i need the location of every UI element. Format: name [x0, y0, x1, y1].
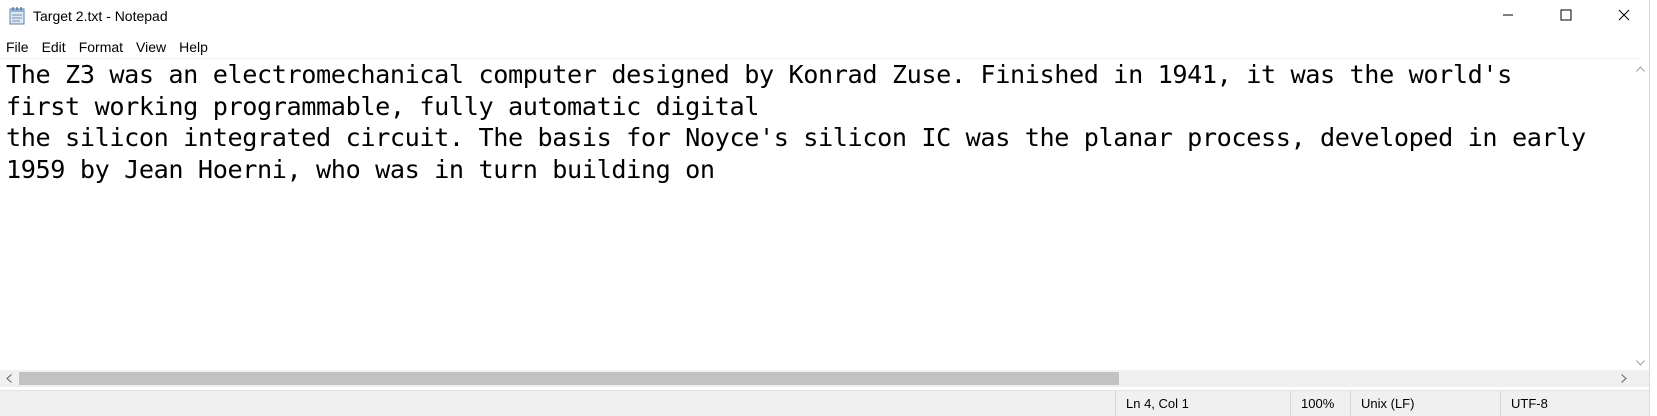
menu-bar: File Edit Format View Help: [0, 36, 215, 58]
menu-format[interactable]: Format: [73, 36, 130, 58]
menu-file[interactable]: File: [0, 36, 36, 58]
status-bar: Ln 4, Col 1 100% Unix (LF) UTF-8: [0, 390, 1649, 416]
chevron-down-icon: [1636, 353, 1645, 371]
editor-line[interactable]: first working programmable, fully automa…: [6, 92, 759, 121]
minimize-button[interactable]: [1479, 0, 1537, 33]
zoom-level: 100%: [1290, 391, 1350, 416]
close-button[interactable]: [1595, 0, 1653, 33]
chevron-left-icon: [5, 370, 12, 388]
vertical-scrollbar[interactable]: [1632, 59, 1649, 370]
maximize-icon: [1560, 8, 1572, 26]
title-bar[interactable]: Target 2.txt - Notepad: [0, 0, 1657, 33]
window-title: Target 2.txt - Notepad: [33, 8, 168, 24]
menu-edit[interactable]: Edit: [36, 36, 73, 58]
chevron-right-icon: [1620, 370, 1627, 388]
maximize-button[interactable]: [1537, 0, 1595, 33]
scroll-down-button[interactable]: [1632, 353, 1649, 370]
text-editor[interactable]: The Z3 was an electromechanical computer…: [0, 59, 1632, 370]
scroll-up-button[interactable]: [1632, 59, 1649, 76]
menu-help[interactable]: Help: [173, 36, 215, 58]
menu-view[interactable]: View: [130, 36, 173, 58]
scroll-left-button[interactable]: [0, 370, 17, 387]
line-ending: Unix (LF): [1350, 391, 1500, 416]
editor-line[interactable]: the silicon integrated circuit. The basi…: [6, 123, 1586, 152]
close-icon: [1618, 8, 1630, 26]
scroll-right-button[interactable]: [1615, 370, 1632, 387]
cursor-position: Ln 4, Col 1: [1115, 391, 1290, 416]
editor-line[interactable]: 1959 by Jean Hoerni, who was in turn bui…: [6, 155, 715, 184]
editor-line[interactable]: The Z3 was an electromechanical computer…: [6, 60, 1512, 89]
window-border: [1649, 0, 1657, 416]
notepad-icon[interactable]: [9, 7, 26, 25]
encoding: UTF-8: [1500, 391, 1649, 416]
horizontal-scroll-thumb[interactable]: [19, 372, 1119, 385]
notepad-window: Target 2.txt - Notepad File Edit Format …: [0, 0, 1657, 416]
minimize-icon: [1502, 8, 1514, 26]
horizontal-scrollbar[interactable]: [0, 370, 1632, 387]
chevron-up-icon: [1636, 59, 1645, 77]
scrollbar-corner: [1632, 370, 1649, 387]
